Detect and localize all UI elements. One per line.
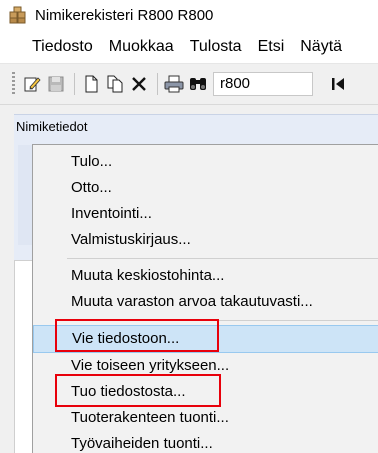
- print-button[interactable]: [163, 73, 185, 95]
- menu-etsi[interactable]: Etsi: [250, 38, 293, 56]
- search-input[interactable]: r800: [213, 72, 313, 96]
- menu-tulosta[interactable]: Tulosta: [182, 38, 250, 56]
- menu-separator: [67, 258, 378, 259]
- toolbar-grip[interactable]: [12, 72, 15, 96]
- delete-icon: [132, 77, 146, 91]
- edit-icon: [24, 77, 41, 92]
- menu-item-tulo[interactable]: Tulo...: [33, 149, 378, 175]
- new-document-button[interactable]: [80, 73, 102, 95]
- form-panel-edge: [18, 145, 32, 245]
- title-bar: Nimikerekisteri R800 R800: [0, 0, 378, 30]
- toolbar-separator: [157, 73, 158, 95]
- menu-item-muuta-varaston-arvoa[interactable]: Muuta varaston arvoa takautuvasti...: [33, 289, 378, 315]
- menu-bar: Tiedosto Muokkaa Tulosta Etsi Näytä: [0, 30, 378, 64]
- new-document-icon: [85, 75, 98, 93]
- copy-document-icon: [107, 75, 123, 93]
- menu-tiedosto[interactable]: Tiedosto: [24, 38, 101, 56]
- grid-panel-edge: [14, 260, 33, 453]
- highlight-box-tuo-tiedostosta: [55, 374, 221, 407]
- window-title: Nimikerekisteri R800 R800: [35, 6, 214, 24]
- menu-item-valmistuskirjaus[interactable]: Valmistuskirjaus...: [33, 227, 378, 253]
- menu-item-inventointi[interactable]: Inventointi...: [33, 201, 378, 227]
- toolbar: r800: [0, 64, 378, 105]
- highlight-box-vie-tiedostoon: [55, 319, 219, 352]
- first-record-button[interactable]: [327, 73, 349, 95]
- copy-document-button[interactable]: [104, 73, 126, 95]
- menu-nayta[interactable]: Näytä: [292, 38, 350, 56]
- main-window: Nimikerekisteri R800 R800 Tiedosto Muokk…: [0, 0, 378, 453]
- first-record-icon: [332, 78, 344, 90]
- save-button[interactable]: [45, 73, 67, 95]
- menu-item-tyovaiheiden-tuonti[interactable]: Työvaiheiden tuonti...: [33, 431, 378, 453]
- app-icon: [9, 6, 26, 24]
- print-icon: [164, 75, 184, 93]
- find-button[interactable]: [187, 73, 209, 95]
- menu-item-muuta-keskiostohinta[interactable]: Muuta keskiostohinta...: [33, 263, 378, 289]
- edit-button[interactable]: [21, 73, 43, 95]
- save-icon: [48, 76, 64, 92]
- binoculars-icon: [190, 78, 206, 90]
- menu-item-otto[interactable]: Otto...: [33, 175, 378, 201]
- menu-muokkaa[interactable]: Muokkaa: [101, 38, 182, 56]
- group-label-nimiketiedot: Nimiketiedot: [16, 119, 88, 134]
- menu-item-tuoterakenteen-tuonti[interactable]: Tuoterakenteen tuonti...: [33, 405, 378, 431]
- delete-button[interactable]: [128, 73, 150, 95]
- toolbar-separator: [74, 73, 75, 95]
